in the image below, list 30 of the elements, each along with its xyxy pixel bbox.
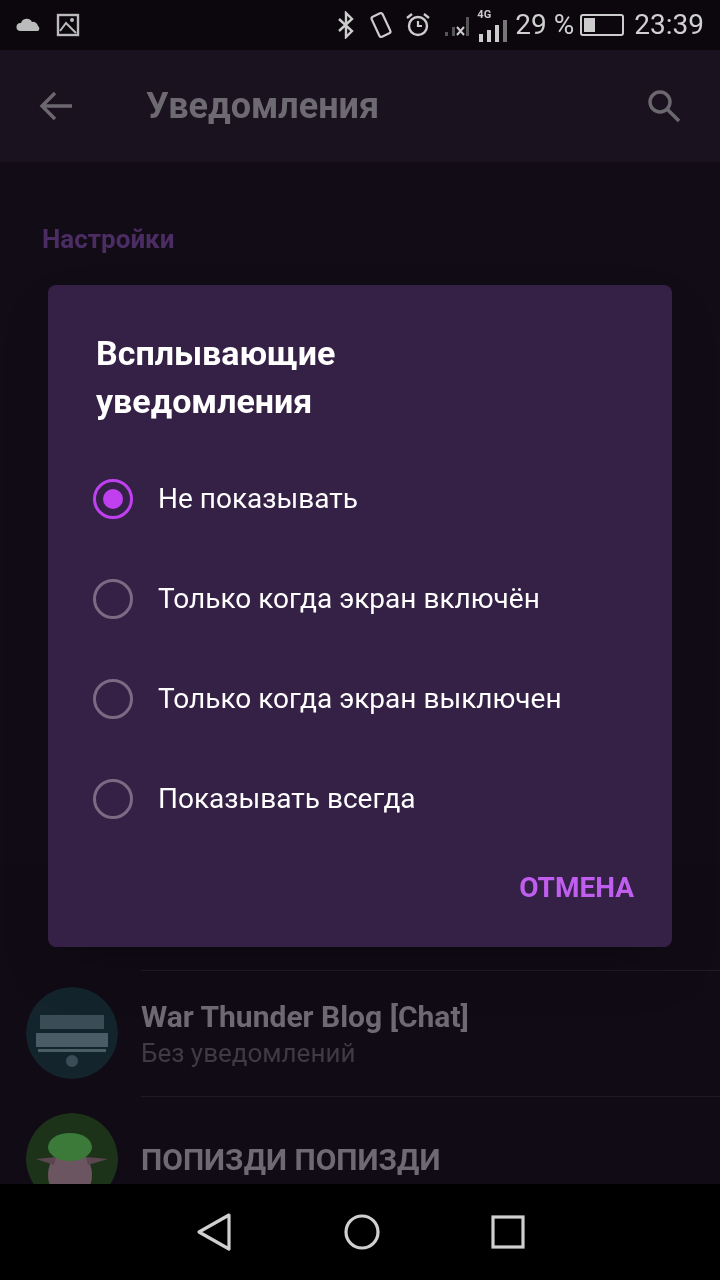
battery-percent: 29 % (515, 7, 575, 43)
vibrate-icon (369, 11, 394, 39)
radio-option[interactable]: Показывать всегда (48, 749, 672, 849)
home-nav-button[interactable] (343, 1213, 381, 1251)
chat-name: War Thunder Blog [Chat] (141, 997, 470, 1036)
option-label: Только когда экран включён (158, 581, 540, 617)
screen-title: Уведомления (146, 84, 380, 129)
recents-nav-button[interactable] (491, 1215, 525, 1249)
cloud-icon (16, 18, 42, 32)
radio-option[interactable]: Только когда экран выключен (48, 649, 672, 749)
radio-button[interactable] (93, 779, 133, 819)
option-label: Только когда экран выключен (158, 681, 562, 717)
radio-button[interactable] (93, 479, 133, 519)
network-type: 4G (477, 8, 492, 20)
option-label: Не показывать (158, 481, 358, 517)
chat-name: ПОПИЗДИ ПОПИЗДИ (141, 1140, 442, 1179)
dialog-title: Всплывающие уведомления (96, 332, 337, 423)
radio-option[interactable]: Не показывать (48, 449, 672, 549)
battery-icon (580, 14, 625, 36)
section-header: Настройки (42, 223, 176, 256)
option-label: Показывать всегда (158, 781, 416, 817)
cancel-button[interactable]: ОТМЕНА (511, 859, 642, 917)
radio-button[interactable] (93, 579, 133, 619)
back-nav-button[interactable] (195, 1212, 233, 1252)
signal-icon (477, 19, 508, 42)
radio-button[interactable] (93, 679, 133, 719)
image-icon (56, 13, 80, 37)
clock: 23:39 (634, 7, 704, 43)
radio-option[interactable]: Только когда экран включён (48, 549, 672, 649)
alarm-icon (405, 12, 432, 38)
